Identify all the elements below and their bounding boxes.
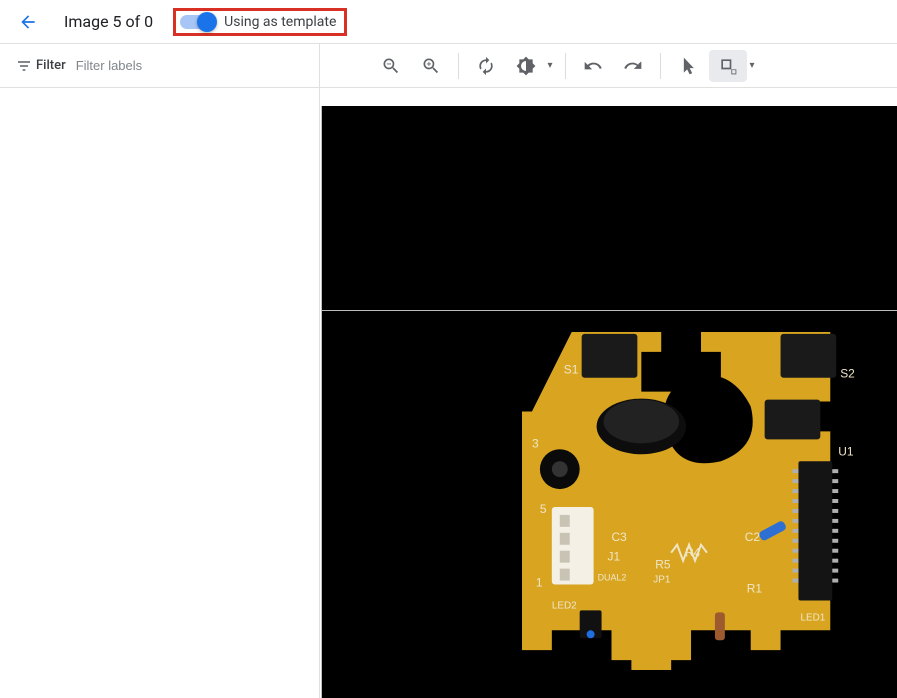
page-title: Image 5 of 0 (64, 12, 153, 31)
back-button[interactable] (12, 6, 44, 38)
rotate-button[interactable] (467, 50, 505, 82)
filter-row: Filter (0, 44, 319, 88)
sidebar: Filter (0, 44, 320, 698)
toolbar-separator (565, 53, 566, 79)
pointer-button[interactable] (669, 50, 707, 82)
svg-text:C3: C3 (612, 530, 628, 544)
canvas-area: ▾ ▾ (320, 44, 897, 698)
brightness-button[interactable] (507, 50, 545, 82)
pointer-icon (678, 56, 698, 76)
toolbar-separator (458, 53, 459, 79)
body: Filter ▾ (0, 44, 897, 698)
svg-text:5: 5 (540, 502, 547, 516)
image-canvas[interactable]: S1S2 3U1 5C3 J1DUAL2 R5R4 JP1 C2R1 LED2 … (322, 106, 897, 698)
image-viewport[interactable]: S1S2 3U1 5C3 J1DUAL2 R5R4 JP1 C2R1 LED2 … (320, 88, 897, 698)
zoom-in-button[interactable] (412, 50, 450, 82)
undo-icon (583, 56, 603, 76)
toolbar: ▾ ▾ (320, 44, 897, 88)
svg-text:R5: R5 (655, 558, 671, 572)
svg-text:R1: R1 (747, 581, 763, 595)
svg-text:LED1: LED1 (800, 612, 825, 623)
svg-text:C2: C2 (745, 530, 761, 544)
undo-button[interactable] (574, 50, 612, 82)
svg-text:1: 1 (536, 576, 543, 590)
svg-text:LED2: LED2 (552, 600, 577, 611)
svg-text:S1: S1 (564, 363, 579, 377)
template-toggle-group: Using as template (173, 8, 347, 36)
redo-icon (623, 56, 643, 76)
bounding-box-button[interactable] (709, 50, 747, 82)
toggle-thumb (197, 12, 217, 32)
brightness-icon (516, 56, 536, 76)
brightness-dropdown[interactable]: ▾ (543, 60, 557, 71)
zoom-out-icon (381, 56, 401, 76)
bounding-box-icon (718, 56, 738, 76)
rotate-icon (476, 56, 496, 76)
header: Image 5 of 0 Using as template (0, 0, 897, 44)
bounding-box-dropdown[interactable]: ▾ (745, 60, 759, 71)
redo-button[interactable] (614, 50, 652, 82)
svg-text:J1: J1 (608, 550, 621, 564)
svg-text:S2: S2 (840, 367, 855, 381)
toolbar-separator (660, 53, 661, 79)
svg-text:DUAL2: DUAL2 (598, 573, 627, 583)
horizontal-guide (322, 310, 897, 311)
zoom-in-icon (421, 56, 441, 76)
zoom-out-button[interactable] (372, 50, 410, 82)
filter-label: Filter (36, 58, 66, 73)
svg-text:U1: U1 (838, 444, 854, 458)
svg-text:JP1: JP1 (653, 575, 671, 586)
pcb-image: S1S2 3U1 5C3 J1DUAL2 R5R4 JP1 C2R1 LED2 … (522, 322, 880, 680)
arrow-back-icon (18, 12, 38, 32)
vertical-guide (321, 106, 322, 698)
filter-input[interactable] (76, 58, 303, 73)
filter-button[interactable]: Filter (16, 58, 66, 74)
svg-text:3: 3 (532, 436, 539, 450)
template-toggle-label: Using as template (224, 14, 336, 30)
filter-icon (16, 58, 32, 74)
template-toggle[interactable] (180, 15, 214, 29)
